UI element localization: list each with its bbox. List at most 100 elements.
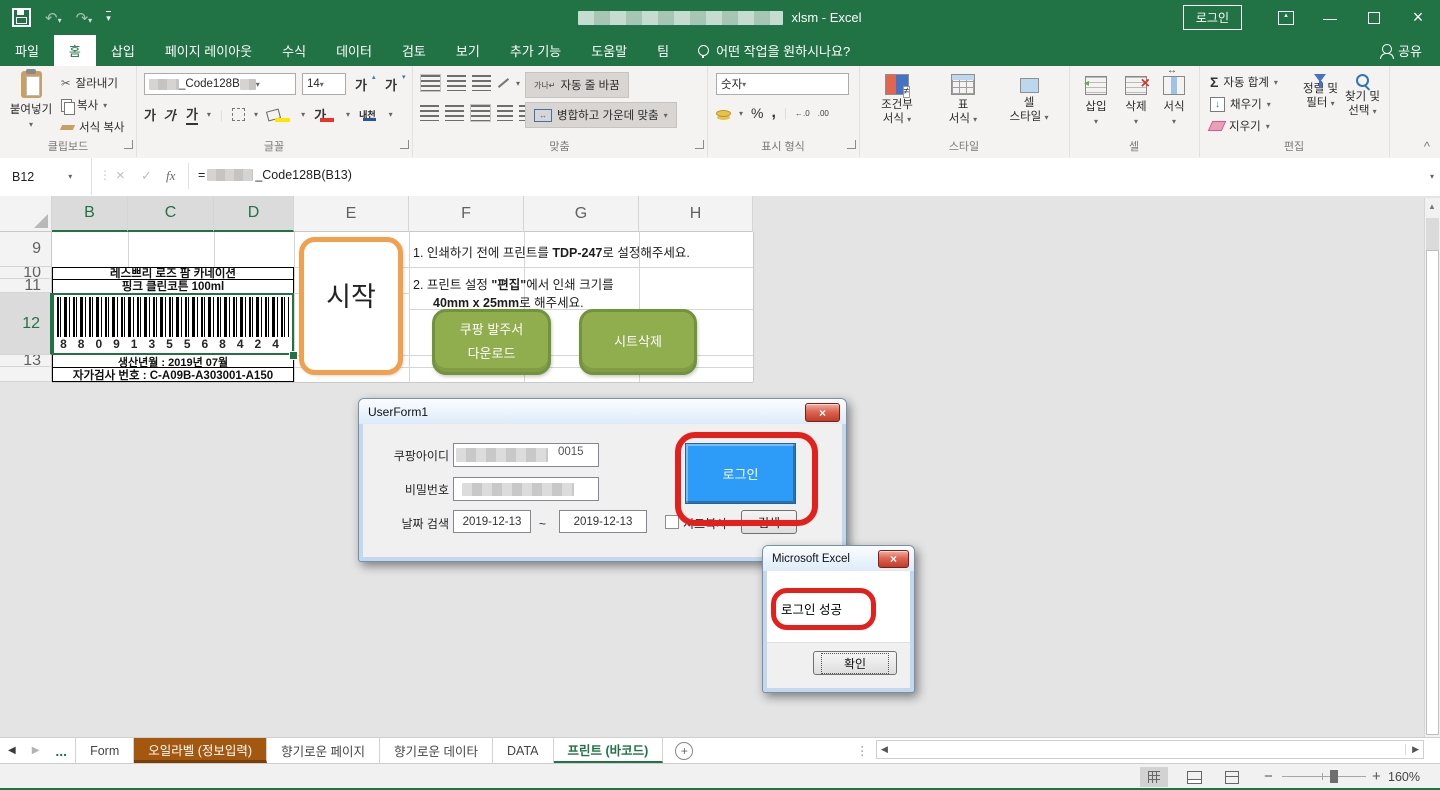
comma-style-button[interactable]: , — [771, 104, 775, 122]
col-header-E[interactable]: E — [294, 196, 409, 232]
sheet-tab-form[interactable]: Form — [76, 738, 134, 763]
normal-view-icon[interactable] — [1140, 767, 1168, 787]
vscroll-track[interactable] — [1426, 218, 1439, 250]
userform-titlebar[interactable]: UserForm1 — [359, 399, 846, 424]
row-header-12[interactable]: 12 — [0, 293, 52, 355]
underline-button[interactable]: 가 — [186, 104, 198, 125]
format-painter-button[interactable]: 서식 복사 — [58, 116, 128, 138]
grow-font-button[interactable]: 가▴ — [352, 73, 378, 95]
zoom-out-button[interactable]: − — [1264, 768, 1273, 785]
sheet-tab-page[interactable]: 향기로운 페이지 — [267, 738, 380, 763]
percent-style-button[interactable]: % — [751, 105, 763, 121]
tab-insert[interactable]: 삽입 — [96, 35, 150, 66]
expand-formula-bar-icon[interactable]: ▾ — [1430, 172, 1434, 181]
conditional-formatting-button[interactable]: 조건부서식 ▾ — [869, 74, 925, 127]
tab-team[interactable]: 팀 — [642, 35, 684, 66]
format-cells-button[interactable]: 서식▾ — [1157, 76, 1191, 126]
accounting-format-icon[interactable] — [716, 110, 731, 117]
align-bottom-icon[interactable] — [472, 75, 491, 91]
cell-styles-button[interactable]: 셀스타일 ▾ — [999, 74, 1059, 125]
minimize-button[interactable]: — — [1308, 0, 1352, 35]
row-header-11[interactable]: 11 — [0, 279, 52, 293]
horizontal-scrollbar[interactable]: ◀ ▶ — [876, 740, 1424, 759]
ribbon-display-options-icon[interactable]: ▴ — [1264, 0, 1308, 35]
align-right-icon[interactable] — [470, 104, 491, 122]
zoom-level[interactable]: 160% — [1388, 770, 1420, 784]
maximize-button[interactable] — [1352, 0, 1396, 35]
tab-formulas[interactable]: 수식 — [267, 35, 321, 66]
inspection-no-cell[interactable]: 자가검사 번호 : C-A09B-A303001-A150 — [52, 368, 294, 381]
tab-page-layout[interactable]: 페이지 레이아웃 — [150, 35, 267, 66]
col-header-B[interactable]: B — [52, 196, 128, 232]
vertical-scrollbar[interactable]: ▲ — [1424, 198, 1440, 737]
align-left-icon[interactable] — [420, 105, 439, 121]
decrease-indent-icon[interactable] — [497, 105, 513, 121]
row-header-10[interactable]: 10 — [0, 267, 52, 279]
number-format-combo[interactable]: 숫자▾ — [716, 73, 849, 95]
font-dialog-launcher-icon[interactable] — [400, 140, 409, 149]
sheet-tab-print-barcode[interactable]: 프린트 (바코드) — [554, 738, 664, 763]
clipboard-dialog-launcher-icon[interactable] — [124, 140, 133, 149]
sheet-tab-oil-label[interactable]: 오일라벨 (정보입력) — [134, 738, 267, 763]
share-button[interactable]: 공유 — [1382, 35, 1440, 66]
msgbox-close-icon[interactable]: × — [878, 550, 909, 568]
zoom-slider-thumb[interactable] — [1330, 770, 1338, 783]
page-break-view-icon[interactable] — [1218, 767, 1246, 787]
cut-button[interactable]: ✂잘라내기 — [58, 72, 128, 94]
new-sheet-icon[interactable]: + — [675, 742, 693, 760]
made-date-cell[interactable]: 생산년월 : 2019년 07월 — [52, 356, 294, 367]
autosum-button[interactable]: Σ자동 합계▾ — [1207, 71, 1281, 93]
copy-button[interactable]: 복사▾ — [58, 94, 128, 116]
hscroll-right-icon[interactable]: ▶ — [1405, 744, 1419, 755]
fill-button[interactable]: ↓채우기▾ — [1207, 93, 1281, 115]
col-header-F[interactable]: F — [409, 196, 524, 232]
clear-button[interactable]: 지우기▾ — [1207, 115, 1281, 137]
sheet-tab-data-kr[interactable]: 향기로운 데이타 — [380, 738, 493, 763]
collapse-ribbon-icon[interactable]: ^ — [1424, 139, 1430, 154]
col-header-C[interactable]: C — [128, 196, 214, 232]
tab-addins[interactable]: 추가 기능 — [495, 35, 576, 66]
select-all-corner[interactable] — [0, 196, 52, 232]
orientation-icon[interactable] — [498, 78, 509, 88]
font-name-combo[interactable]: _Code128B ▾ — [144, 73, 296, 95]
zoom-in-button[interactable]: + — [1372, 768, 1381, 785]
col-header-D[interactable]: D — [214, 196, 294, 232]
name-box[interactable]: B12 ▾ — [0, 158, 92, 195]
close-button[interactable]: × — [1396, 0, 1440, 35]
insert-cells-button[interactable]: 삽입▾ — [1079, 76, 1113, 126]
zoom-slider-track[interactable] — [1282, 776, 1366, 777]
decrease-decimal-button[interactable]: .00 — [818, 109, 829, 118]
start-macro-button[interactable]: 시작 — [299, 237, 403, 375]
tabs-ellipsis[interactable]: ... — [47, 738, 76, 763]
password-field[interactable] — [453, 477, 599, 501]
paste-button[interactable]: 붙여넣기▾ — [8, 71, 54, 129]
find-select-button[interactable]: 찾기 및선택 ▾ — [1345, 74, 1380, 119]
userform-close-icon[interactable]: × — [805, 403, 840, 422]
wrap-text-button[interactable]: 가나↵ 자동 줄 바꿈 — [525, 72, 629, 98]
page-layout-view-icon[interactable] — [1180, 767, 1208, 787]
titlebar-login-button[interactable]: 로그인 — [1183, 5, 1242, 30]
vscroll-up-icon[interactable]: ▲ — [1428, 202, 1436, 211]
underline-dropdown[interactable]: ▾ — [207, 110, 211, 119]
col-header-G[interactable]: G — [524, 196, 639, 232]
row-header-9[interactable]: 9 — [0, 232, 52, 267]
shrink-font-button[interactable]: 가▾ — [382, 73, 408, 95]
tabs-scroll-left-icon[interactable]: ◀ — [0, 738, 24, 763]
sheet-delete-button[interactable]: 시트삭제 — [579, 309, 697, 375]
align-middle-icon[interactable] — [447, 75, 466, 91]
borders-icon[interactable] — [232, 108, 245, 121]
italic-button[interactable]: 가 — [163, 105, 180, 124]
insert-function-icon[interactable]: fx — [166, 168, 175, 184]
sort-filter-button[interactable]: 정렬 및필터 ▾ — [1303, 74, 1338, 111]
sheet-tab-data[interactable]: DATA — [493, 738, 553, 763]
number-dialog-launcher-icon[interactable] — [847, 140, 856, 149]
sheet-copy-checkbox[interactable] — [665, 515, 679, 529]
tell-me-search[interactable]: 어떤 작업을 원하시나요? — [684, 35, 864, 66]
hscroll-left-icon[interactable]: ◀ — [881, 744, 888, 755]
tab-file[interactable]: 파일 — [0, 35, 54, 66]
tab-view[interactable]: 보기 — [441, 35, 495, 66]
bold-button[interactable]: 가 — [144, 105, 156, 124]
tab-home[interactable]: 홈 — [54, 35, 96, 66]
coupang-id-field[interactable]: 0015 — [453, 443, 599, 467]
align-center-icon[interactable] — [445, 105, 464, 121]
